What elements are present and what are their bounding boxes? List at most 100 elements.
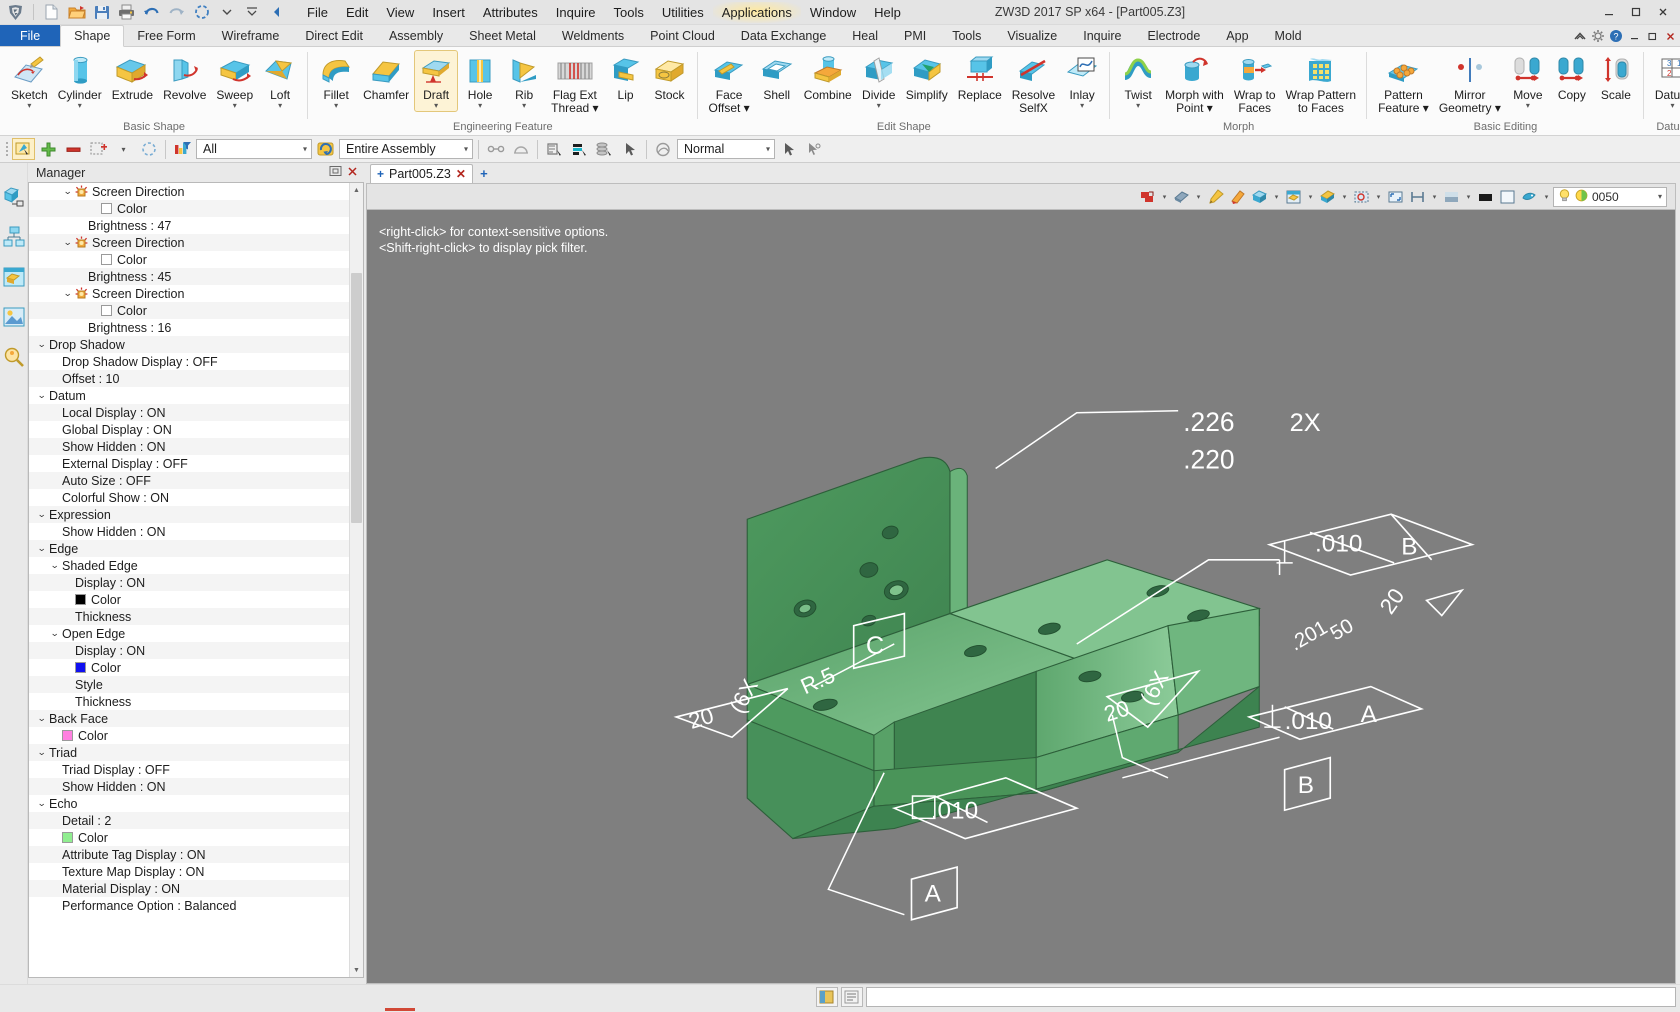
close-button[interactable] [1650, 2, 1676, 23]
redraw-icon[interactable] [1137, 186, 1158, 207]
ribbon-button-sketch[interactable]: Sketch ▾ [6, 50, 53, 112]
close-panel-icon[interactable] [347, 166, 358, 180]
chevron-down-icon[interactable]: ⌄ [35, 509, 49, 520]
highlight-icon[interactable] [1227, 186, 1248, 207]
color-swatch[interactable] [101, 254, 112, 265]
background-icon[interactable] [1441, 186, 1462, 207]
scroll-down-button[interactable]: ▼ [350, 963, 363, 977]
ribbon-button-draft[interactable]: Draft ▾ [414, 50, 459, 112]
tree-row[interactable]: Show Hidden : ON [29, 523, 363, 540]
ribbon-button-hole[interactable]: Hole ▾ [458, 50, 502, 112]
tree-row[interactable]: Brightness : 45 [29, 268, 363, 285]
view-orient-icon[interactable] [1249, 186, 1270, 207]
ribbon-button-mirror-geometry[interactable]: Mirror Geometry ▾ [1434, 50, 1506, 116]
ribbon-button-label-2[interactable]: Point ▾ [1176, 102, 1213, 115]
dimension-icon[interactable] [509, 138, 532, 160]
undo-icon[interactable] [140, 2, 163, 23]
customize-qat-icon[interactable] [215, 2, 238, 23]
ribbon-button-rib[interactable]: Rib ▾ [502, 50, 546, 112]
chevron-down-icon[interactable]: ▾ [27, 102, 31, 111]
chevron-down-icon[interactable]: ⌄ [35, 713, 49, 724]
tree-row[interactable]: Performance Option : Balanced [29, 897, 363, 914]
ribbon-button-datum[interactable]: 312 Datum ▾ [1650, 50, 1680, 112]
ribbon-button-inlay[interactable]: Inlay ▾ [1060, 50, 1104, 112]
chevron-down-icon[interactable]: ▾ [766, 145, 770, 154]
chevron-down-icon[interactable]: ▾ [434, 102, 438, 111]
ribbon-button-label-2[interactable]: Geometry ▾ [1439, 102, 1501, 115]
collapse-ribbon-icon[interactable] [265, 2, 288, 23]
face-attr-icon[interactable] [543, 138, 566, 160]
chevron-down-icon[interactable]: ▾ [1658, 192, 1662, 201]
status-toggle-1-icon[interactable] [815, 986, 838, 1007]
ribbon-tab-electrode[interactable]: Electrode [1134, 25, 1213, 46]
tree-row[interactable]: Texture Map Display : ON [29, 863, 363, 880]
regen-icon[interactable] [190, 2, 213, 23]
ribbon-button-simplify[interactable]: Simplify [901, 50, 953, 112]
chevron-down-icon[interactable]: ⌄ [35, 747, 49, 758]
ribbon-button-shell[interactable]: Shell [755, 50, 799, 112]
ribbon-tab-free-form[interactable]: Free Form [124, 25, 208, 46]
tree-row[interactable]: Global Display : ON [29, 421, 363, 438]
chevron-down-icon[interactable]: ▾ [1159, 186, 1170, 207]
measure-dist-icon[interactable] [1407, 186, 1428, 207]
color-swatch[interactable] [75, 662, 86, 673]
ribbon-button-extrude[interactable]: Extrude [107, 50, 158, 112]
toolbar-grip[interactable] [3, 140, 10, 158]
pick-mode-icon[interactable] [12, 138, 35, 160]
layer-color-icon[interactable] [1575, 189, 1588, 205]
minimize-button[interactable] [1596, 2, 1622, 23]
chevron-down-icon[interactable]: ▾ [78, 102, 82, 111]
ribbon-button-wrap-to-faces[interactable]: Wrap to Faces [1229, 50, 1281, 116]
color-attr-icon[interactable] [568, 138, 591, 160]
chevron-down-icon[interactable]: ▾ [877, 102, 881, 111]
color-swatch[interactable] [62, 832, 73, 843]
new-tab-button[interactable]: + [473, 164, 495, 183]
color-swatch[interactable] [75, 594, 86, 605]
tree-row[interactable]: Style [29, 676, 363, 693]
status-input[interactable] [865, 986, 1676, 1007]
ribbon-home-icon[interactable] [1572, 28, 1588, 44]
document-tab-part005[interactable]: + Part005.Z3 ✕ [370, 164, 473, 183]
3d-viewport[interactable]: <right-click> for context-sensitive opti… [366, 209, 1676, 984]
ribbon-tab-wireframe[interactable]: Wireframe [209, 25, 293, 46]
ribbon-button-fillet[interactable]: Fillet ▾ [314, 50, 358, 112]
tree-row[interactable]: Local Display : ON [29, 404, 363, 421]
ribbon-button-stock[interactable]: Stock [648, 50, 692, 112]
tree-scrollbar[interactable]: ▲ ▼ [349, 183, 363, 977]
tree-row[interactable]: Detail : 2 [29, 812, 363, 829]
scope-combo[interactable]: Entire Assembly ▾ [339, 139, 473, 159]
history-manager-icon[interactable] [2, 185, 26, 209]
chevron-down-icon[interactable]: ⌄ [35, 543, 49, 554]
tree-row[interactable]: Display : ON [29, 642, 363, 659]
ribbon-button-lip[interactable]: Lip [604, 50, 648, 112]
tree-row[interactable]: Brightness : 47 [29, 217, 363, 234]
standard-views-icon[interactable] [1283, 186, 1304, 207]
chevron-down-icon[interactable]: ⌄ [48, 560, 62, 571]
qat-more-icon[interactable] [240, 2, 263, 23]
measure-icon[interactable] [484, 138, 507, 160]
chevron-down-icon[interactable]: ▾ [1541, 186, 1552, 207]
zoom-window-icon[interactable] [1351, 186, 1372, 207]
zw3d-logo-icon[interactable] [4, 2, 27, 23]
display-mode-icon[interactable] [652, 138, 675, 160]
ribbon-button-chamfer[interactable]: Chamfer [358, 50, 414, 112]
gear-icon[interactable] [1590, 28, 1606, 44]
tree-row[interactable]: ⌄ Expression [29, 506, 363, 523]
chevron-down-icon[interactable]: ▾ [522, 102, 526, 111]
tree-row[interactable]: Color [29, 659, 363, 676]
status-toggle-2-icon[interactable] [840, 986, 863, 1007]
maximize-button[interactable] [1623, 2, 1649, 23]
chevron-down-icon[interactable]: ▾ [1463, 186, 1474, 207]
select-all-icon[interactable] [87, 138, 110, 160]
configuration-tree[interactable]: ⌄ Screen Direction Color Brightness : 47 ⌄ Sc… [28, 182, 364, 978]
tree-row[interactable]: Thickness [29, 693, 363, 710]
menu-utilities[interactable]: Utilities [653, 2, 713, 23]
ribbon-minimize-icon[interactable] [1626, 28, 1642, 44]
ribbon-button-flag-ext-thread[interactable]: Flag Ext Thread ▾ [546, 50, 603, 116]
tree-row[interactable]: Colorful Show : ON [29, 489, 363, 506]
ribbon-tab-assembly[interactable]: Assembly [376, 25, 456, 46]
chevron-down-icon[interactable]: ⌄ [48, 628, 62, 639]
inquire-point-icon[interactable] [802, 138, 825, 160]
tree-row[interactable]: Drop Shadow Display : OFF [29, 353, 363, 370]
remove-icon[interactable] [62, 138, 85, 160]
